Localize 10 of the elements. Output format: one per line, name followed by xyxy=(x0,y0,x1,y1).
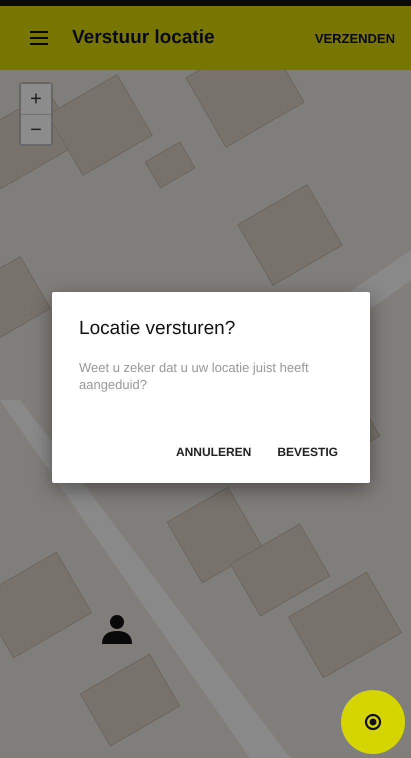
person-icon xyxy=(101,614,133,644)
dialog-message: Weet u zeker dat u uw locatie juist heeft aangeduid? xyxy=(79,360,310,394)
send-button[interactable]: VERZENDEN xyxy=(314,24,395,52)
menu-icon[interactable] xyxy=(30,31,48,45)
dialog-title: Locatie versturen? xyxy=(79,318,236,340)
cancel-button[interactable]: ANNULEREN xyxy=(168,435,260,469)
app-title: Verstuur locatie xyxy=(72,27,216,49)
zoom-out-button[interactable]: − xyxy=(21,114,51,144)
confirm-button[interactable]: BEVESTIG xyxy=(269,435,346,469)
target-icon xyxy=(362,711,384,733)
